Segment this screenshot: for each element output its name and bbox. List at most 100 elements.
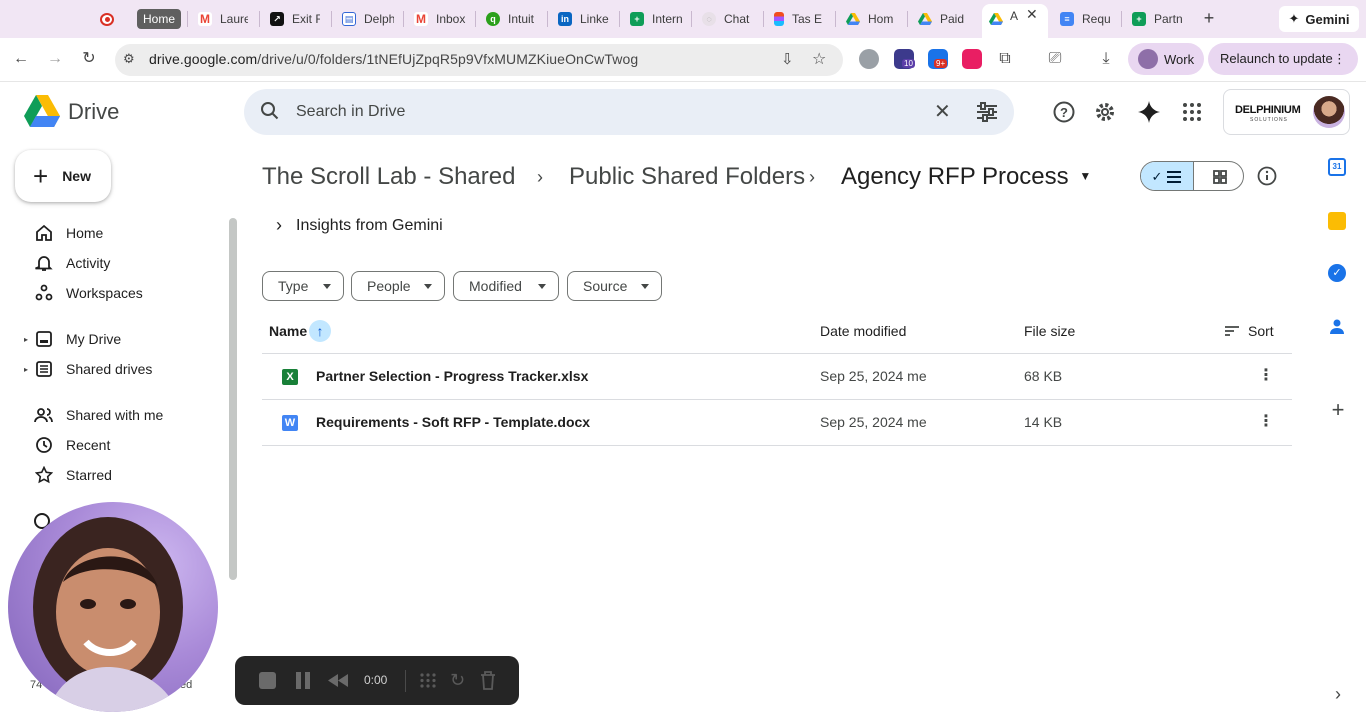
list-view-button[interactable]: ✓ — [1141, 162, 1193, 190]
keep-app-icon[interactable] — [1328, 212, 1348, 232]
sidebar-item-starred[interactable]: Starred — [24, 460, 224, 490]
tab-gmail-inbox[interactable]: M Inbox — [414, 7, 466, 31]
filter-type[interactable]: Type — [262, 271, 344, 301]
tab-record[interactable] — [100, 7, 122, 31]
forward-icon[interactable]: → — [44, 48, 66, 70]
pause-icon[interactable] — [295, 672, 311, 694]
filter-source[interactable]: Source — [567, 271, 662, 301]
back-icon[interactable]: ← — [10, 48, 32, 70]
extensions-puzzle-icon[interactable]: ⧉ — [994, 48, 1016, 70]
restart-icon[interactable]: ↻ — [450, 670, 465, 691]
sidebar-item-shared-with-me[interactable]: Shared with me — [24, 400, 224, 430]
sort-button[interactable]: Sort — [1224, 323, 1274, 339]
column-header-name[interactable]: Name — [269, 323, 307, 339]
drag-grid-icon[interactable] — [419, 672, 437, 694]
tab-intuit[interactable]: q Intuit — [486, 7, 538, 31]
file-row[interactable]: X Partner Selection - Progress Tracker.x… — [262, 354, 1292, 399]
more-actions-icon[interactable]: ⋮ — [1258, 365, 1274, 387]
tab-active-drive[interactable]: A ✕ — [982, 4, 1048, 38]
downloads-icon[interactable]: ⤓ — [1095, 48, 1117, 70]
file-name[interactable]: Partner Selection - Progress Tracker.xls… — [316, 368, 588, 384]
sidebar-item-workspaces[interactable]: Workspaces — [24, 278, 224, 308]
filter-people[interactable]: People — [351, 271, 445, 301]
rewind-icon[interactable] — [328, 674, 348, 692]
gmail-icon: M — [414, 12, 428, 26]
info-icon[interactable] — [1257, 166, 1277, 186]
search-icon[interactable] — [260, 101, 280, 121]
search-options-icon[interactable] — [976, 102, 998, 122]
new-tab-button[interactable]: + — [1198, 8, 1220, 30]
account-switcher[interactable]: DELPHINIUM SOLUTIONS — [1223, 89, 1350, 135]
caret-down-icon — [641, 284, 649, 289]
file-name[interactable]: Requirements - Soft RFP - Template.docx — [316, 414, 590, 430]
breadcrumb-current[interactable]: Agency RFP Process ▼ — [841, 163, 1091, 191]
extension-calendar-icon[interactable]: 9+ — [928, 49, 948, 69]
tab-drive-paid[interactable]: Paid — [918, 7, 970, 31]
sort-arrow-up-icon[interactable]: ↑ — [309, 320, 331, 342]
tab-sheets-intern[interactable]: + Intern — [630, 7, 682, 31]
sidebar-item-activity[interactable]: Activity — [24, 248, 224, 278]
address-bar[interactable]: ⚙ drive.google.com/drive/u/0/folders/1tN… — [115, 44, 843, 76]
filter-modified[interactable]: Modified — [453, 271, 559, 301]
sidebar-item-my-drive[interactable]: ▸ My Drive — [24, 324, 224, 354]
chevron-right-icon[interactable]: › — [1328, 684, 1348, 704]
column-header-size[interactable]: File size — [1024, 323, 1075, 339]
tab-chat[interactable]: ◌ Chat — [702, 7, 754, 31]
gemini-button[interactable]: ✦ Gemini — [1279, 6, 1359, 32]
sidebar-scrollbar[interactable] — [229, 218, 237, 580]
more-vert-icon: ⋮ — [1333, 51, 1346, 66]
drive-logo-icon[interactable] — [24, 95, 60, 132]
sidebar-item-recent[interactable]: Recent — [24, 430, 224, 460]
insights-toggle[interactable]: › Insights from Gemini — [276, 215, 443, 236]
avatar[interactable] — [1313, 96, 1345, 128]
tab-home-label[interactable]: Home — [137, 9, 182, 29]
trash-icon[interactable] — [480, 671, 496, 695]
drive-icon — [846, 12, 860, 26]
breadcrumb-item[interactable]: The Scroll Lab - Shared... — [262, 163, 516, 191]
webcam-overlay[interactable] — [8, 502, 218, 712]
tab-linkedin[interactable]: in Linke — [558, 7, 610, 31]
add-app-icon[interactable]: + — [1328, 399, 1348, 421]
file-date: Sep 25, 2024 me — [820, 414, 927, 430]
bookmark-star-icon[interactable]: ☆ — [812, 49, 826, 69]
grid-view-button[interactable] — [1193, 162, 1243, 190]
expand-arrow-icon[interactable]: ▸ — [24, 365, 34, 374]
sidebar-item-shared-drives[interactable]: ▸ Shared drives — [24, 354, 224, 384]
tasks-app-icon[interactable]: ✓ — [1328, 264, 1348, 284]
breadcrumb-item[interactable]: Public Shared Folders — [569, 163, 805, 191]
column-header-date[interactable]: Date modified — [820, 323, 906, 339]
extension-dollar-icon[interactable] — [962, 49, 982, 69]
reload-icon[interactable]: ↻ — [78, 48, 100, 70]
clear-search-icon[interactable]: ✕ — [934, 99, 951, 124]
file-row[interactable]: W Requirements - Soft RFP - Template.doc… — [262, 400, 1292, 445]
profile-chip[interactable]: Work — [1128, 43, 1204, 75]
arrow-box-icon: ↗ — [270, 12, 284, 26]
tab-drive-home[interactable]: Hom — [846, 7, 898, 31]
tab-exit[interactable]: ↗ Exit F — [270, 7, 320, 31]
sidebar-item-home[interactable]: Home — [24, 218, 224, 248]
settings-gear-icon[interactable] — [1093, 100, 1117, 124]
extension-hat-icon[interactable]: 10 — [894, 49, 915, 69]
expand-arrow-icon[interactable]: ▸ — [24, 335, 34, 344]
install-app-icon[interactable]: ⇩ — [781, 50, 794, 68]
tab-docs-requ[interactable]: ≡ Requ — [1060, 7, 1112, 31]
more-actions-icon[interactable]: ⋮ — [1258, 411, 1274, 433]
contacts-app-icon[interactable] — [1328, 318, 1348, 338]
tab-gmail-laure[interactable]: M Laure — [198, 7, 248, 31]
new-button[interactable]: + New — [15, 150, 111, 202]
help-icon[interactable]: ? — [1052, 100, 1076, 124]
close-tab-icon[interactable]: ✕ — [1026, 6, 1038, 23]
tab-figma[interactable]: Tas E — [774, 7, 826, 31]
relaunch-button[interactable]: Relaunch to update ⋮ — [1208, 43, 1358, 75]
search-bar[interactable]: Search in Drive ✕ — [244, 89, 1014, 135]
tab-search-icon[interactable]: ⎚ — [1044, 48, 1066, 70]
gemini-sparkle-icon[interactable] — [1137, 100, 1161, 124]
tab-delph[interactable]: ▤ Delph — [342, 7, 394, 31]
calendar-app-icon[interactable]: 31 — [1328, 158, 1348, 178]
tab-sheets-partn[interactable]: + Partn — [1132, 7, 1184, 31]
stop-icon[interactable] — [259, 672, 276, 689]
search-input[interactable]: Search in Drive — [296, 103, 405, 121]
apps-grid-icon[interactable] — [1180, 100, 1204, 124]
site-settings-icon[interactable]: ⚙ — [123, 51, 135, 67]
extension-circle-icon[interactable] — [859, 49, 879, 69]
